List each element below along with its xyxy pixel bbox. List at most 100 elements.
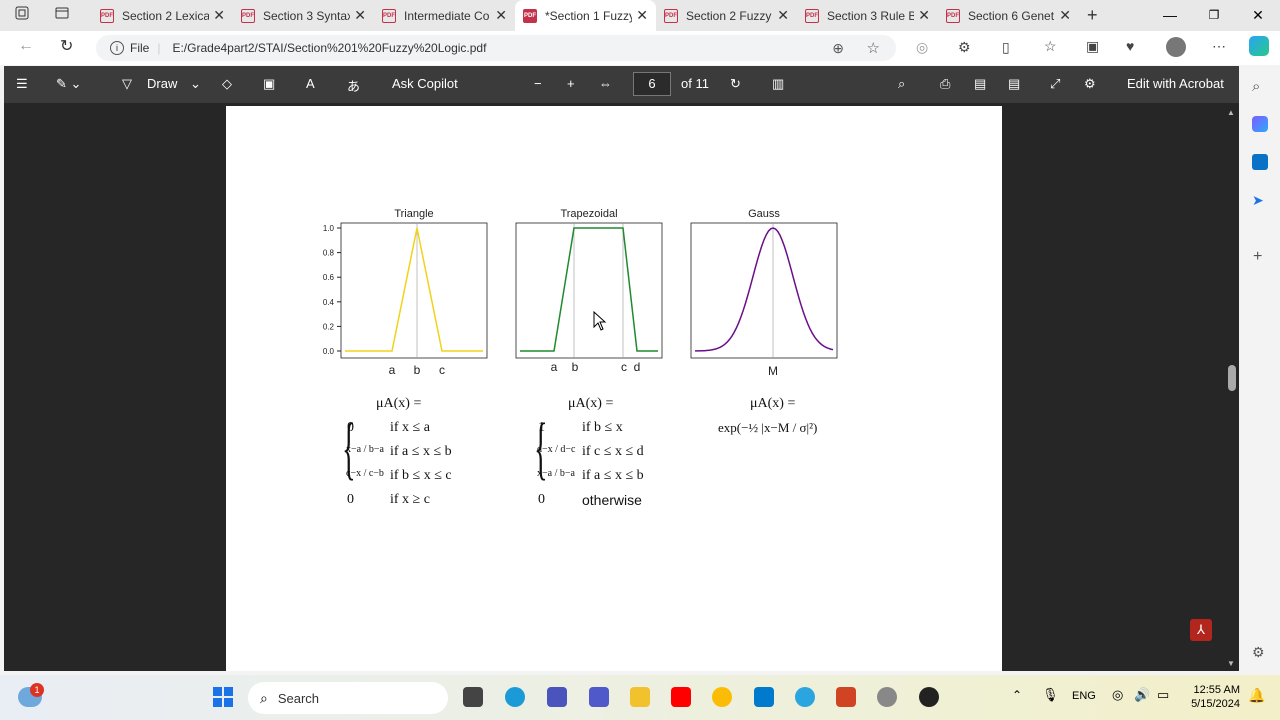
- tab-2[interactable]: PDF Intermediate Co ✕: [374, 0, 515, 31]
- trap-label-c: c: [621, 360, 627, 374]
- acrobat-icon[interactable]: ⅄: [1190, 619, 1212, 641]
- trap-label-d: d: [634, 360, 641, 374]
- gauss-chart: Gauss M: [690, 208, 838, 378]
- tab-5[interactable]: PDF Section 3 Rule B ✕: [797, 0, 938, 31]
- highlight-icon[interactable]: ✎ ⌄: [56, 76, 81, 92]
- tab-actions-icon[interactable]: [54, 5, 84, 26]
- split-screen-icon[interactable]: ▯: [1002, 39, 1010, 56]
- close-tab-icon[interactable]: ✕: [918, 7, 930, 24]
- page-view-icon[interactable]: ▥: [772, 76, 784, 92]
- teams-work-icon[interactable]: [589, 687, 609, 707]
- page-number-input[interactable]: 6: [633, 72, 671, 96]
- trap-label-a: a: [551, 360, 558, 374]
- extension-icon[interactable]: ◎: [916, 39, 928, 56]
- close-button[interactable]: ✕: [1236, 0, 1280, 31]
- tab-0[interactable]: PDF Section 2 Lexica ✕: [92, 0, 233, 31]
- sidebar-outlook-icon[interactable]: [1252, 154, 1268, 170]
- close-tab-icon[interactable]: ✕: [1059, 7, 1071, 24]
- draw-icon[interactable]: ▽: [122, 76, 132, 92]
- edge-icon[interactable]: [505, 687, 525, 707]
- close-tab-icon[interactable]: ✕: [636, 7, 648, 24]
- zoom-out-icon[interactable]: −: [534, 76, 542, 91]
- obs-icon[interactable]: [919, 687, 939, 707]
- sidebar-search-icon[interactable]: ⌕: [1252, 78, 1260, 95]
- find-icon[interactable]: ⌕: [898, 76, 905, 92]
- url-text[interactable]: E:/Grade4part2/STAI/Section%201%20Fuzzy%…: [172, 41, 486, 55]
- gauss-rhs: exp(−½ |x−M / σ|²): [718, 420, 818, 435]
- copilot-icon[interactable]: [1249, 36, 1269, 56]
- info-icon[interactable]: i: [110, 41, 124, 55]
- file-explorer-icon[interactable]: [630, 687, 650, 707]
- rotate-icon[interactable]: ↻: [730, 76, 741, 92]
- tab-3[interactable]: PDF *Section 1 Fuzzy ✕: [515, 0, 656, 31]
- settings-app-icon[interactable]: [877, 687, 897, 707]
- telegram-icon[interactable]: [795, 687, 815, 707]
- save-as-icon[interactable]: ▤: [1008, 76, 1020, 92]
- puzzle-icon[interactable]: ⚙: [958, 39, 971, 56]
- fullscreen-icon[interactable]: ⤢: [1050, 76, 1060, 92]
- text-box-icon[interactable]: ▣: [263, 76, 275, 92]
- youtube-icon[interactable]: [671, 687, 691, 707]
- read-aloud-icon[interactable]: A: [306, 76, 315, 91]
- close-tab-icon[interactable]: ✕: [777, 7, 789, 24]
- restore-button[interactable]: ❐: [1192, 0, 1236, 31]
- close-tab-icon[interactable]: ✕: [354, 7, 366, 24]
- avatar[interactable]: [1166, 37, 1186, 57]
- pdf-icon: PDF: [382, 8, 396, 23]
- print-icon[interactable]: ⎙: [940, 76, 950, 92]
- sidebar-add-icon[interactable]: +: [1253, 248, 1262, 266]
- back-icon[interactable]: ←: [18, 37, 34, 55]
- fit-page-icon[interactable]: ⇔: [599, 76, 612, 91]
- eraser-icon[interactable]: ◇: [222, 76, 232, 92]
- favorite-star-icon[interactable]: ☆: [867, 39, 880, 57]
- minimize-button[interactable]: —: [1148, 0, 1192, 31]
- chrome-icon[interactable]: [712, 687, 732, 707]
- workspaces-icon[interactable]: [14, 5, 38, 26]
- tray-chevron-icon[interactable]: ⌃: [1012, 688, 1022, 702]
- new-tab-button[interactable]: +: [1087, 5, 1117, 26]
- collections-icon[interactable]: ▣: [1086, 38, 1099, 55]
- clock[interactable]: 12:55 AM 5/15/2024: [1184, 683, 1240, 711]
- volume-icon[interactable]: 🔊: [1134, 687, 1150, 703]
- taskbar-search[interactable]: ⌕ Search: [248, 682, 448, 714]
- close-tab-icon[interactable]: ✕: [495, 7, 507, 24]
- vertical-scrollbar[interactable]: ▲ ▼: [1227, 108, 1237, 668]
- more-icon[interactable]: ⋯: [1212, 38, 1226, 55]
- ask-copilot-button[interactable]: Ask Copilot: [392, 76, 458, 91]
- contents-icon[interactable]: ☰: [16, 76, 28, 92]
- close-tab-icon[interactable]: ✕: [213, 7, 225, 24]
- settings-icon[interactable]: ⚙: [1084, 76, 1096, 92]
- performance-icon[interactable]: ♥: [1126, 38, 1134, 54]
- translate-icon[interactable]: あ: [347, 76, 360, 95]
- vscode-icon[interactable]: [754, 687, 774, 707]
- tri-label-c: c: [439, 363, 445, 377]
- y-tick-label: 0.2: [323, 322, 335, 331]
- clock-date: 5/15/2024: [1191, 698, 1240, 710]
- sidebar-send-icon[interactable]: ➤: [1252, 192, 1264, 209]
- network-icon[interactable]: ◎: [1112, 687, 1123, 703]
- favorites-icon[interactable]: ☆: [1044, 38, 1057, 55]
- tab-1[interactable]: PDF Section 3 Syntax ✕: [233, 0, 374, 31]
- url-box[interactable]: i File | E:/Grade4part2/STAI/Section%201…: [96, 35, 896, 61]
- battery-icon[interactable]: ▭: [1157, 687, 1169, 703]
- mic-icon[interactable]: 🎙: [1042, 687, 1059, 703]
- refresh-icon[interactable]: ↻: [60, 36, 73, 56]
- language-indicator[interactable]: ENG: [1072, 690, 1096, 702]
- save-icon[interactable]: ▤: [974, 76, 986, 92]
- teams-icon[interactable]: [547, 687, 567, 707]
- trap-label-b: b: [572, 360, 579, 374]
- tab-6[interactable]: PDF Section 6 Genet ✕: [938, 0, 1079, 31]
- notification-bell-icon[interactable]: 🔔: [1248, 687, 1265, 704]
- zoom-icon[interactable]: ⊕: [832, 40, 844, 57]
- task-view-icon[interactable]: [463, 687, 483, 707]
- scrollbar-thumb[interactable]: [1228, 365, 1236, 391]
- edit-with-acrobat-button[interactable]: Edit with Acrobat: [1127, 76, 1224, 91]
- powerpoint-icon[interactable]: [836, 687, 856, 707]
- zoom-in-icon[interactable]: +: [567, 76, 575, 91]
- draw-button[interactable]: Draw: [147, 76, 177, 91]
- tab-4[interactable]: PDF Section 2 Fuzzy ✕: [656, 0, 797, 31]
- sidebar-copilot-icon[interactable]: [1252, 116, 1268, 132]
- draw-dropdown-icon[interactable]: ⌄: [190, 76, 201, 92]
- start-icon[interactable]: [213, 687, 233, 707]
- sidebar-settings-icon[interactable]: ⚙: [1252, 644, 1265, 661]
